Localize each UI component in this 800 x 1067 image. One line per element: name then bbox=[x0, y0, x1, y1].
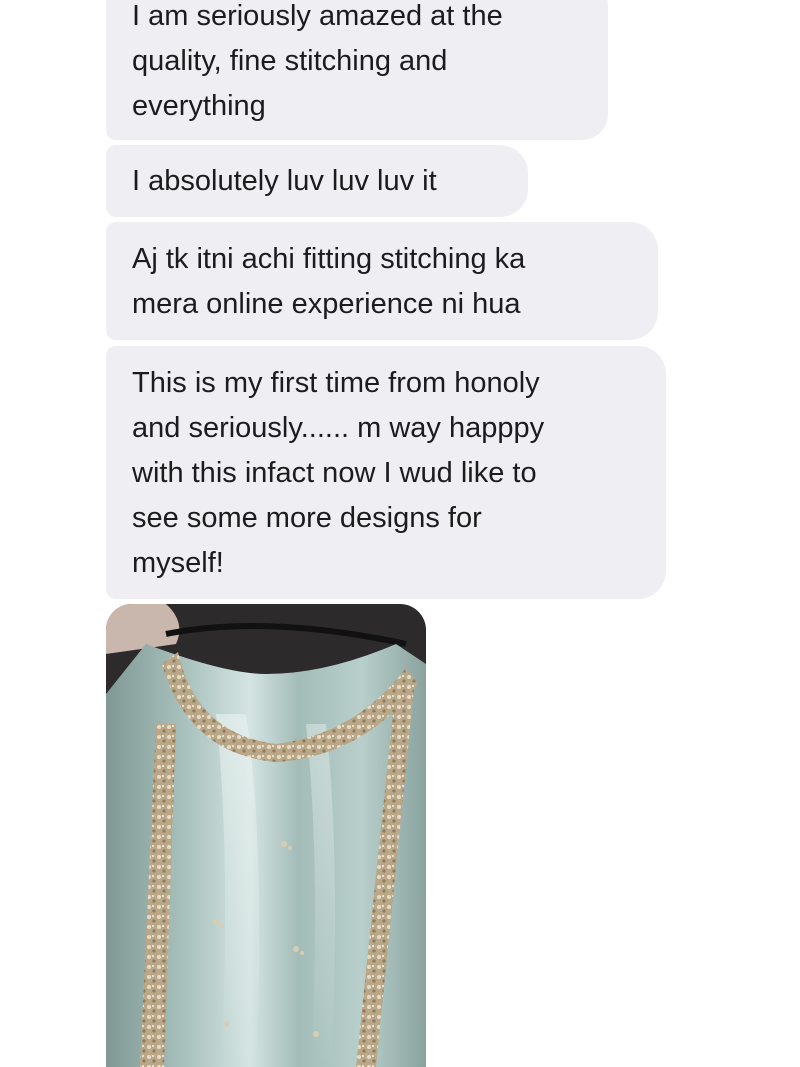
message-line: everything bbox=[132, 90, 266, 122]
message-line: quality, fine stitching and bbox=[132, 45, 448, 77]
message-line: mera online experience ni hua bbox=[132, 288, 521, 320]
message-bubble[interactable]: This is my first time from honoly and se… bbox=[106, 346, 666, 599]
kurta-photo bbox=[106, 604, 426, 1067]
message-bubble[interactable]: I am seriously amazed at the quality, fi… bbox=[106, 0, 608, 140]
photo-attachment[interactable] bbox=[106, 604, 426, 1067]
message-line: see some more designs for bbox=[132, 502, 482, 534]
message-bubble[interactable]: Aj tk itni achi fitting stitching ka mer… bbox=[106, 222, 658, 340]
message-line: with this infact now I wud like to bbox=[132, 457, 537, 489]
message-line: This is my first time from honoly bbox=[132, 367, 540, 399]
message-line: I absolutely luv luv luv it bbox=[132, 165, 437, 197]
message-line: I am seriously amazed at the bbox=[132, 0, 503, 32]
message-line: Aj tk itni achi fitting stitching ka bbox=[132, 243, 526, 275]
message-line: myself! bbox=[132, 547, 224, 579]
message-line: and seriously...... m way happpy bbox=[132, 412, 545, 444]
message-bubble[interactable]: I absolutely luv luv luv it bbox=[106, 145, 528, 217]
